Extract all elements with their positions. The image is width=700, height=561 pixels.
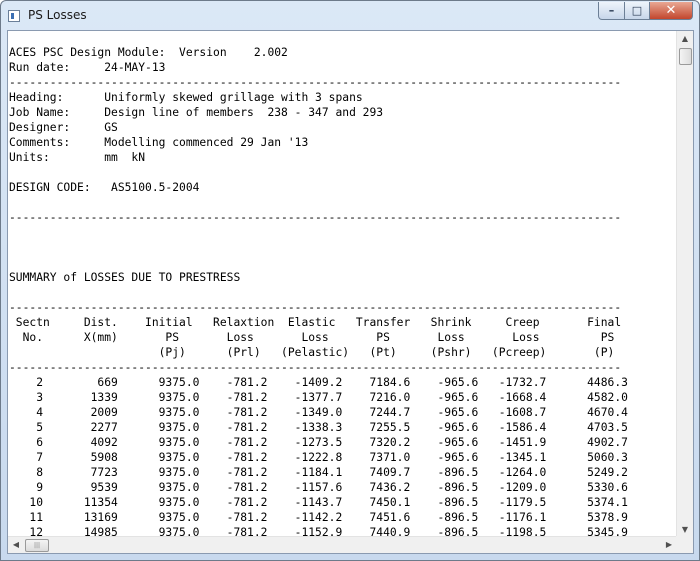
report-line: [9, 285, 628, 300]
vertical-scroll-thumb[interactable]: [679, 48, 692, 65]
maximize-icon: □: [631, 4, 643, 17]
window-title: PS Losses: [28, 8, 87, 22]
scroll-left-arrow-icon[interactable]: ◀: [8, 537, 24, 553]
report-line: [9, 255, 628, 270]
close-icon: ✕: [665, 3, 677, 18]
title-bar[interactable]: PS Losses – □ ✕: [1, 1, 699, 31]
minimize-button[interactable]: –: [598, 2, 625, 20]
scrollbar-corner: [676, 536, 693, 553]
report-line: 6 4092 9375.0 -781.2 -1273.5 7320.2 -965…: [9, 436, 628, 449]
report-line: SUMMARY of LOSSES DUE TO PRESTRESS: [9, 271, 241, 284]
report-line: ACES PSC Design Module: Version 2.002: [9, 46, 288, 59]
horizontal-scrollbar[interactable]: ◀ ||| ▶: [8, 536, 677, 553]
report-pane[interactable]: ACES PSC Design Module: Version 2.002 Run…: [7, 30, 694, 554]
separator-line: ----------------------------------------…: [9, 361, 622, 374]
app-icon[interactable]: [8, 10, 20, 22]
maximize-button[interactable]: □: [624, 2, 650, 20]
report-line: No. X(mm) PS Loss Loss PS Loss Loss PS: [9, 331, 615, 344]
report-line: 5 2277 9375.0 -781.2 -1338.3 7255.5 -965…: [9, 421, 628, 434]
report-line: 4 2009 9375.0 -781.2 -1349.0 7244.7 -965…: [9, 406, 628, 419]
report-line: [9, 225, 628, 240]
report-line: 2 669 9375.0 -781.2 -1409.2 7184.6 -965.…: [9, 376, 628, 389]
report-line: Job Name: Design line of members 238 - 3…: [9, 106, 384, 119]
separator-line: ----------------------------------------…: [9, 301, 622, 314]
report-line: Units: mm kN: [9, 151, 146, 164]
report-line: Heading: Uniformly skewed grillage with …: [9, 91, 363, 104]
separator-line: ----------------------------------------…: [9, 211, 622, 224]
minimize-icon: –: [608, 4, 615, 17]
scroll-right-arrow-icon[interactable]: ▶: [661, 537, 677, 553]
report-line: 11 13169 9375.0 -781.2 -1142.2 7451.6 -8…: [9, 511, 628, 524]
report-line: DESIGN CODE: AS5100.5-2004: [9, 181, 200, 194]
separator-line: ----------------------------------------…: [9, 76, 622, 89]
report-line: 9 9539 9375.0 -781.2 -1157.6 7436.2 -896…: [9, 481, 628, 494]
report-line: Comments: Modelling commenced 29 Jan '13: [9, 136, 309, 149]
ps-losses-window: PS Losses – □ ✕ ACES PSC Design Module: …: [0, 0, 700, 561]
report-line: 3 1339 9375.0 -781.2 -1377.7 7216.0 -965…: [9, 391, 628, 404]
report-text: ACES PSC Design Module: Version 2.002 Run…: [9, 45, 628, 540]
report-line: [9, 195, 628, 210]
report-line: Run date: 24-MAY-13: [9, 61, 166, 74]
report-line: Sectn Dist. Initial Relaxtion Elastic Tr…: [9, 316, 622, 329]
report-line: Designer: GS: [9, 121, 118, 134]
scroll-up-arrow-icon[interactable]: ▲: [677, 31, 693, 47]
vertical-scrollbar[interactable]: ▲ ▼: [676, 31, 693, 538]
report-line: [9, 165, 628, 180]
report-line: 8 7723 9375.0 -781.2 -1184.1 7409.7 -896…: [9, 466, 628, 479]
report-line: 7 5908 9375.0 -781.2 -1222.8 7371.0 -965…: [9, 451, 628, 464]
close-button[interactable]: ✕: [649, 2, 693, 20]
report-line: 10 11354 9375.0 -781.2 -1143.7 7450.1 -8…: [9, 496, 628, 509]
horizontal-scroll-thumb[interactable]: |||: [25, 539, 49, 552]
report-line: (Pj) (Prl) (Pelastic) (Pt) (Pshr) (Pcree…: [9, 346, 615, 359]
report-line: [9, 240, 628, 255]
